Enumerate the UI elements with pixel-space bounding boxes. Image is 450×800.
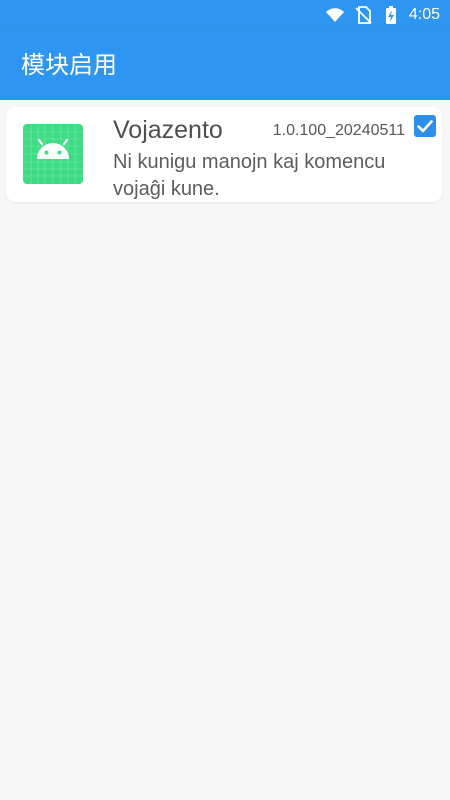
no-sim-icon: [355, 6, 372, 24]
status-right: 4:05: [325, 4, 440, 26]
status-bar: 4:05: [0, 0, 450, 30]
enable-checkbox[interactable]: [414, 115, 436, 137]
wifi-icon: [325, 8, 344, 22]
module-card[interactable]: Vojazento 1.0.100_20240511 Ni kunigu man…: [6, 107, 442, 202]
battery-charging-icon: [385, 6, 396, 24]
android-app-icon: [23, 124, 83, 184]
page-title: 模块启用: [21, 51, 117, 79]
module-name: Vojazento: [113, 116, 223, 144]
app-bar: 模块启用: [0, 30, 450, 100]
module-list: Vojazento 1.0.100_20240511 Ni kunigu man…: [0, 100, 450, 800]
module-description: Ni kunigu manojn kaj komencu vojaĝi kune…: [113, 151, 386, 200]
module-version: 1.0.100_20240511: [272, 122, 405, 139]
checkmark-icon: [417, 120, 433, 133]
clock-time: 4:05: [408, 6, 440, 23]
